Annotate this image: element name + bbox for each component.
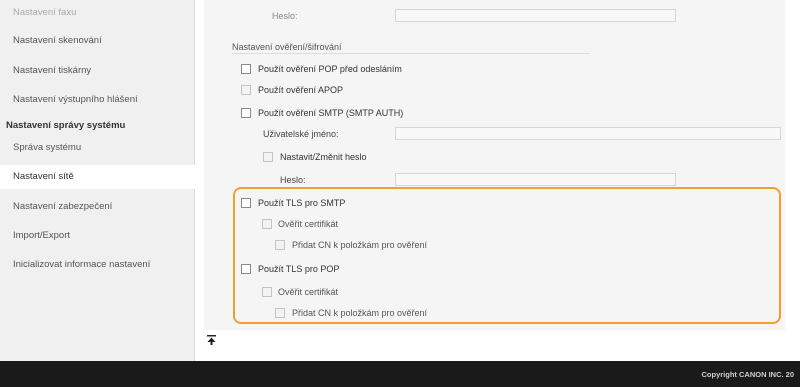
verify-cert-pop-checkbox[interactable] [262,287,272,297]
add-cn-smtp-label: Přidat CN k položkám pro ověření [292,240,428,250]
tls-smtp-label: Použít TLS pro SMTP [258,198,346,208]
tls-smtp-checkbox[interactable] [241,198,251,208]
set-change-password-checkbox[interactable] [263,152,273,162]
username-label: Uživatelské jméno: [263,129,339,139]
sidebar-item-fax-settings[interactable]: Nastavení faxu [0,2,195,24]
apop-label: Použít ověření APOP [258,85,344,95]
copyright-text: Copyright CANON INC. 20 [701,370,794,379]
section-divider [232,53,590,54]
sidebar-item-initialize-settings[interactable]: Inicializovat informace nastavení [0,254,195,276]
section-title-auth-encryption: Nastavení ověření/šifrování [232,42,342,52]
sidebar-item-network-settings[interactable]: Nastavení sítě [0,165,195,189]
verify-cert-pop-label: Ověřit certifikát [278,287,339,297]
sidebar-item-import-export[interactable]: Import/Export [0,225,195,247]
apop-checkbox[interactable] [241,85,251,95]
sidebar-item-security-settings[interactable]: Nastavení zabezpečení [0,196,195,218]
sidebar-item-system-management[interactable]: Správa systému [0,137,195,159]
verify-cert-smtp-label: Ověřit certifikát [278,219,339,229]
set-change-password-label: Nastavit/Změnit heslo [280,152,367,162]
pop-before-send-checkbox[interactable] [241,64,251,74]
smtp-auth-label: Použít ověření SMTP (SMTP AUTH) [258,108,404,118]
verify-cert-smtp-checkbox[interactable] [262,219,272,229]
username-field[interactable] [395,127,781,140]
scroll-to-top-icon[interactable] [207,335,216,345]
sidebar: Nastavení faxu Nastavení skenování Nasta… [0,0,195,361]
tls-pop-checkbox[interactable] [241,264,251,274]
password-label-top: Heslo: [272,11,298,21]
password-field-top[interactable] [395,9,676,22]
sidebar-item-report-output-settings[interactable]: Nastavení výstupního hlášení [0,89,195,111]
footer: Copyright CANON INC. 20 [0,361,800,387]
sidebar-item-printer-settings[interactable]: Nastavení tiskárny [0,60,195,82]
pop-before-send-label: Použít ověření POP před odesláním [258,64,402,74]
add-cn-smtp-checkbox[interactable] [275,240,285,250]
smtp-auth-checkbox[interactable] [241,108,251,118]
sidebar-item-scan-settings[interactable]: Nastavení skenování [0,30,195,52]
password-field[interactable] [395,173,676,186]
add-cn-pop-label: Přidat CN k položkám pro ověření [292,308,428,318]
sidebar-heading-system-management: Nastavení správy systému [6,120,126,131]
password-label: Heslo: [280,175,306,185]
add-cn-pop-checkbox[interactable] [275,308,285,318]
tls-pop-label: Použít TLS pro POP [258,264,340,274]
